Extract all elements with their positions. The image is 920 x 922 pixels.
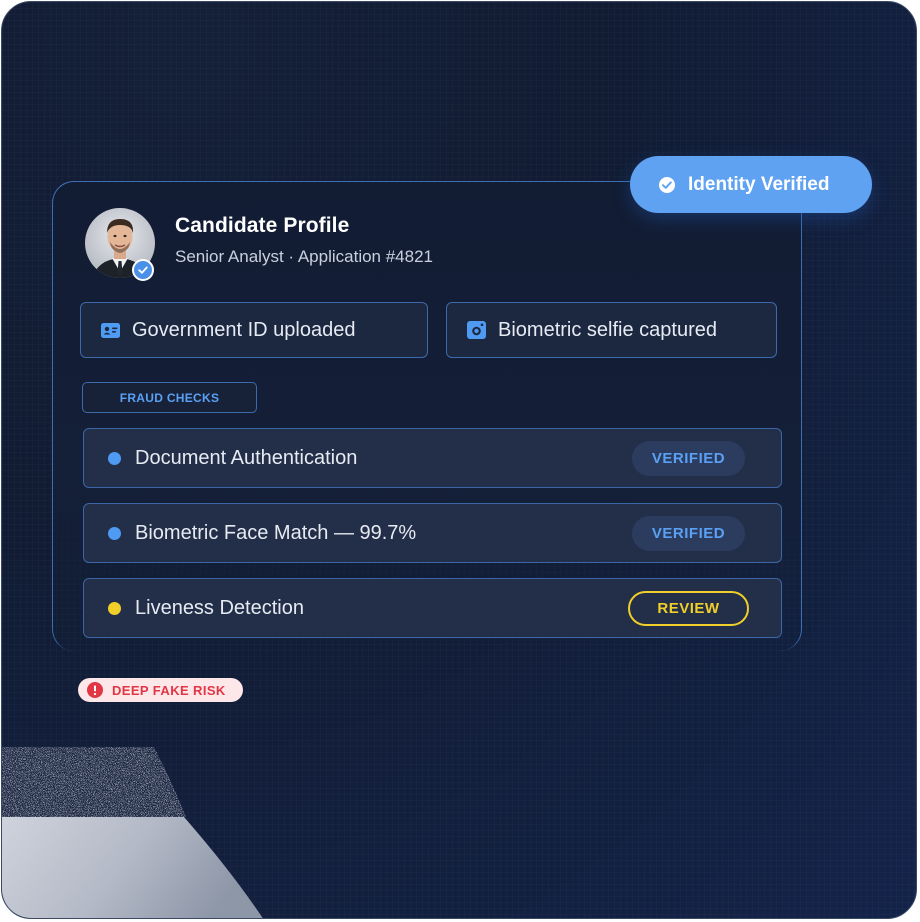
check-row-document-authentication[interactable]: Document Authentication VERIFIED (83, 428, 782, 488)
status-dot (108, 601, 121, 615)
check-circle-icon (658, 176, 676, 194)
id-card-icon (101, 322, 120, 338)
status-dot (108, 526, 121, 540)
identity-verified-label: Identity Verified (688, 173, 830, 195)
candidate-subtitle: Senior Analyst · Application #4821 (175, 247, 434, 266)
avatar (85, 208, 155, 281)
check-row-face-match[interactable]: Biometric Face Match — 99.7% VERIFIED (83, 503, 782, 563)
biometric-selfie-item[interactable]: Biometric selfie captured (446, 302, 777, 358)
biometric-selfie-label: Biometric selfie captured (498, 318, 717, 341)
camera-icon (467, 321, 486, 339)
government-id-label: Government ID uploaded (132, 318, 356, 341)
status-dot (108, 451, 121, 465)
check-label: Liveness Detection (135, 596, 304, 619)
deep-fake-risk-label: DEEP FAKE RISK (112, 682, 226, 698)
verified-badge-icon (132, 259, 154, 281)
check-label: Document Authentication (135, 446, 358, 469)
candidate-name: Candidate Profile (175, 214, 350, 237)
alert-circle-icon (87, 682, 103, 698)
fraud-checks-label: FRAUD CHECKS (82, 382, 257, 413)
check-label: Biometric Face Match — 99.7% (135, 521, 417, 544)
check-row-liveness-detection[interactable]: Liveness Detection REVIEW (83, 578, 782, 638)
government-id-item[interactable]: Government ID uploaded (80, 302, 428, 358)
deep-fake-risk-badge: DEEP FAKE RISK (78, 678, 243, 702)
status-badge: VERIFIED (632, 515, 745, 551)
identity-verified-badge: Identity Verified (630, 156, 872, 213)
review-badge[interactable]: REVIEW (628, 590, 749, 626)
status-badge: VERIFIED (632, 440, 745, 476)
